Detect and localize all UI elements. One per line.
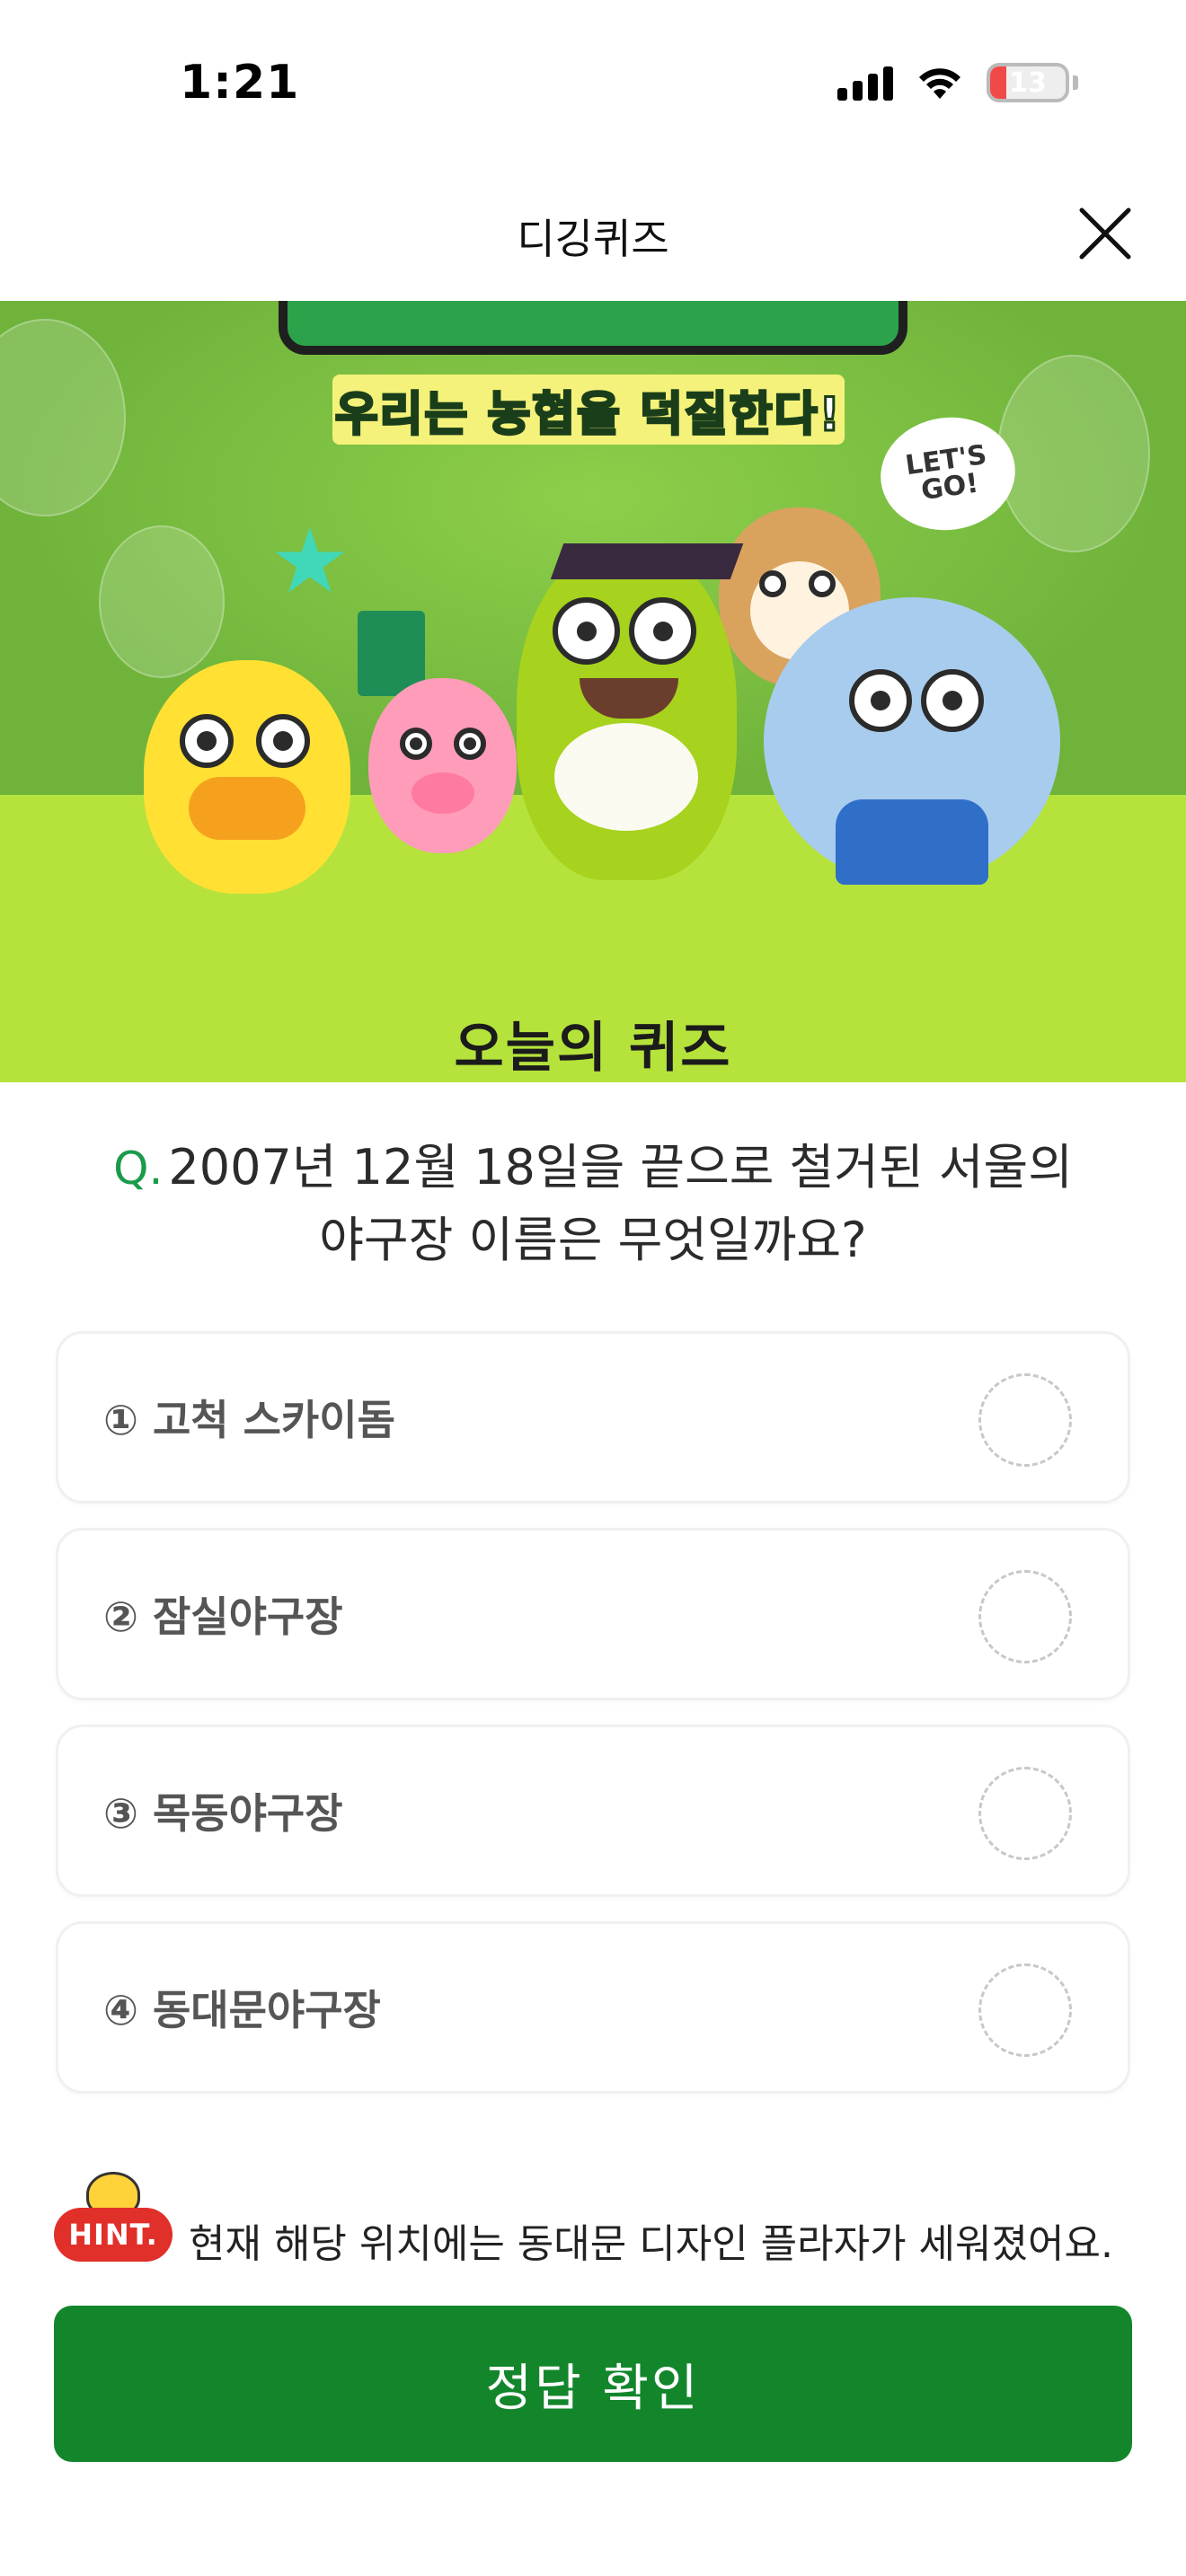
hint-row: HINT. 현재 해당 위치에는 동대문 디자인 플라자가 세워졌어요. bbox=[54, 2172, 1141, 2271]
speech-bubble-text: LET'S GO! bbox=[903, 438, 989, 507]
battery-level: 13 bbox=[1009, 66, 1047, 99]
navigation-bar: 디깅퀴즈 bbox=[0, 171, 1186, 301]
wifi-icon bbox=[919, 68, 960, 99]
battery-icon: 13 bbox=[987, 63, 1069, 102]
graduation-cap-icon bbox=[550, 543, 744, 579]
status-icons: 13 bbox=[837, 63, 1078, 102]
hint-badge: HINT. bbox=[54, 2208, 173, 2262]
close-icon bbox=[1079, 207, 1131, 260]
banner-slogan: 우리는 농협을 덕질한다! bbox=[332, 375, 845, 445]
radio-button[interactable] bbox=[978, 1373, 1072, 1467]
quiz-banner-illustration: 우리는 농협을 덕질한다! LET'S GO! ★ bbox=[0, 301, 1186, 1082]
quiz-logo bbox=[279, 301, 907, 355]
confirm-answer-button[interactable]: 정답 확인 bbox=[54, 2306, 1132, 2462]
close-button[interactable] bbox=[1069, 198, 1141, 269]
quiz-question: Q. 2007년 12월 18일을 끝으로 철거된 서울의 야구장 이름은 무엇일… bbox=[90, 1132, 1096, 1276]
radio-button[interactable] bbox=[978, 1570, 1072, 1663]
balloon-decoration bbox=[997, 355, 1150, 552]
question-prefix: Q. bbox=[113, 1142, 164, 1195]
answer-option-1[interactable]: ① 고척 스카이돔 bbox=[56, 1331, 1130, 1504]
answer-option-4[interactable]: ④ 동대문야구장 bbox=[56, 1921, 1130, 2094]
duck-character bbox=[144, 660, 350, 894]
banner-slogan-text: 우리는 농협을 덕질한다! bbox=[333, 386, 843, 443]
radio-button[interactable] bbox=[978, 1767, 1072, 1860]
radio-button[interactable] bbox=[978, 1963, 1072, 2057]
elephant-character bbox=[764, 597, 1060, 885]
page-title: 디깅퀴즈 bbox=[517, 215, 669, 263]
hint-text: 현재 해당 위치에는 동대문 디자인 플라자가 세워졌어요. bbox=[189, 2221, 1113, 2267]
quiz-heading: 오늘의 퀴즈 bbox=[0, 1004, 1186, 1082]
star-icon: ★ bbox=[270, 508, 350, 613]
confirm-answer-label: 정답 확인 bbox=[485, 2359, 701, 2418]
balloon-decoration bbox=[99, 525, 225, 678]
answer-option-label: ④ 동대문야구장 bbox=[103, 1986, 381, 2034]
quiz-heading-text: 오늘의 퀴즈 bbox=[454, 1017, 732, 1080]
answer-option-label: ① 고척 스카이돔 bbox=[103, 1396, 395, 1444]
answer-option-label: ③ 목동야구장 bbox=[103, 1789, 343, 1838]
status-bar: 1:21 13 bbox=[0, 0, 1186, 171]
answer-option-2[interactable]: ② 잠실야구장 bbox=[56, 1528, 1130, 1700]
question-text: 2007년 12월 18일을 끝으로 철거된 서울의 야구장 이름은 무엇일까요… bbox=[168, 1139, 1073, 1268]
hint-badge-text: HINT. bbox=[68, 2218, 158, 2252]
green-mascot-character bbox=[517, 543, 737, 880]
cellular-signal-icon bbox=[837, 65, 893, 101]
battery-tip bbox=[1073, 75, 1078, 90]
answer-option-label: ② 잠실야구장 bbox=[103, 1592, 343, 1641]
status-time: 1:21 bbox=[180, 56, 300, 110]
answer-option-3[interactable]: ③ 목동야구장 bbox=[56, 1725, 1130, 1897]
pig-character bbox=[368, 678, 517, 853]
